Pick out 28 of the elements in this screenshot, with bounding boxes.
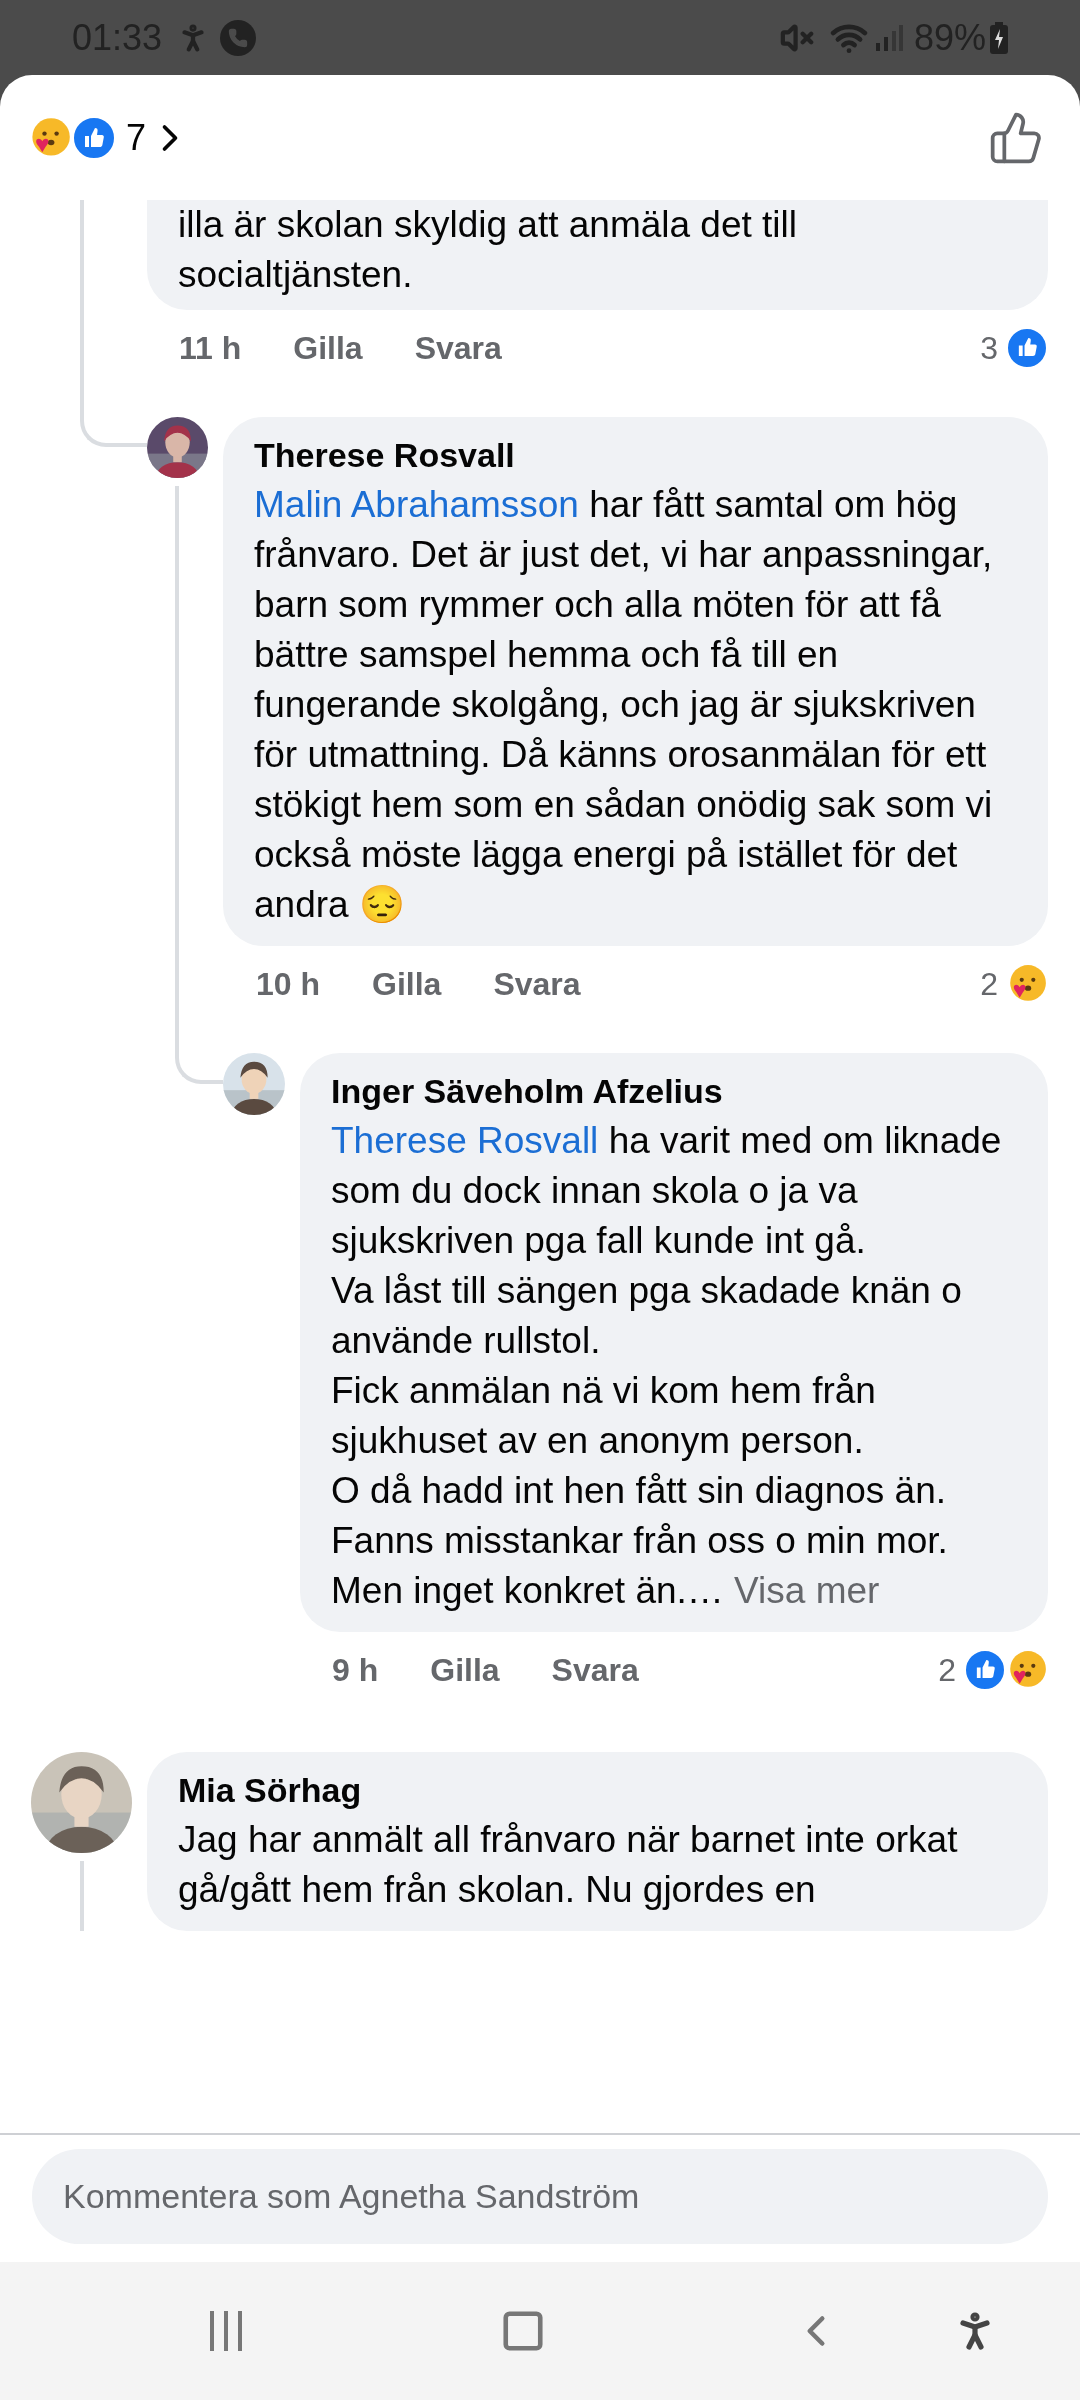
reaction-total[interactable]: 7 (126, 110, 147, 165)
comment-text: Malin Abrahamsson har fått samtal om hög frånvaro. Det är just det, vi har anpassningar, barn som rymmer och alla möten för att få bättre samspel hemma och få till en fungerande skolgång, och jag är sjukskriven för utmattning. Då känns orosanmälan för ett stökigt hem som en sådan onödig sak som vi också möste lägga energi på istället för det andra 😔 (254, 483, 994, 927)
comment-time: 11 h (179, 328, 242, 368)
comment-time: 9 h (332, 1650, 379, 1690)
mention-link[interactable]: Therese Rosvall (331, 1120, 599, 1161)
author-name[interactable]: Therese Rosvall (254, 430, 1017, 480)
author-name[interactable]: Mia Sörhag (178, 1765, 1017, 1815)
comment-text: Therese Rosvall ha varit med om liknade som du dock innan skola o ja va sjukskriven pga fall kunde int gå. Va låst till sängen pga skadade knän o använde rullstol. Fick anmälan nä vi kom hem från sjukhuset av en anonym person. O då hadd int hen fått sin diagnos än. Fanns misstankar från oss o min mor. Men inget konkret än.… Visa mer (331, 1119, 1003, 1613)
like-button[interactable]: Gilla (430, 1645, 500, 1694)
battery-icon (990, 21, 1008, 54)
see-more-link[interactable]: Visa mer (734, 1570, 880, 1611)
author-name[interactable]: Inger Säveholm Afzelius (331, 1066, 1017, 1116)
phone-icon (220, 19, 257, 56)
reaction-count: 2 (938, 1650, 956, 1690)
like-button[interactable]: Gilla (372, 959, 442, 1008)
mention-link[interactable]: Malin Abrahamsson (254, 484, 579, 525)
reaction-count: 3 (980, 328, 998, 368)
home-icon[interactable] (500, 2308, 546, 2354)
signal-icon (873, 22, 904, 53)
reply-button[interactable]: Svara (551, 1645, 639, 1694)
like-button[interactable]: Gilla (293, 323, 363, 372)
comment-input[interactable]: Kommentera som Agnetha Sandström (32, 2149, 1048, 2244)
reply-button[interactable]: Svara (493, 959, 581, 1008)
comment-text: illa är skolan skyldig att anmäla det till socialtjänsten. (178, 203, 798, 297)
reply-button[interactable]: Svara (414, 323, 502, 372)
comment-time: 10 h (256, 964, 321, 1004)
comment-text: Jag har anmält all frånvaro när barnet inte orkat gå/gått hem från skolan. Nu gjordes en (178, 1818, 959, 1912)
reaction-count: 2 (980, 964, 998, 1004)
